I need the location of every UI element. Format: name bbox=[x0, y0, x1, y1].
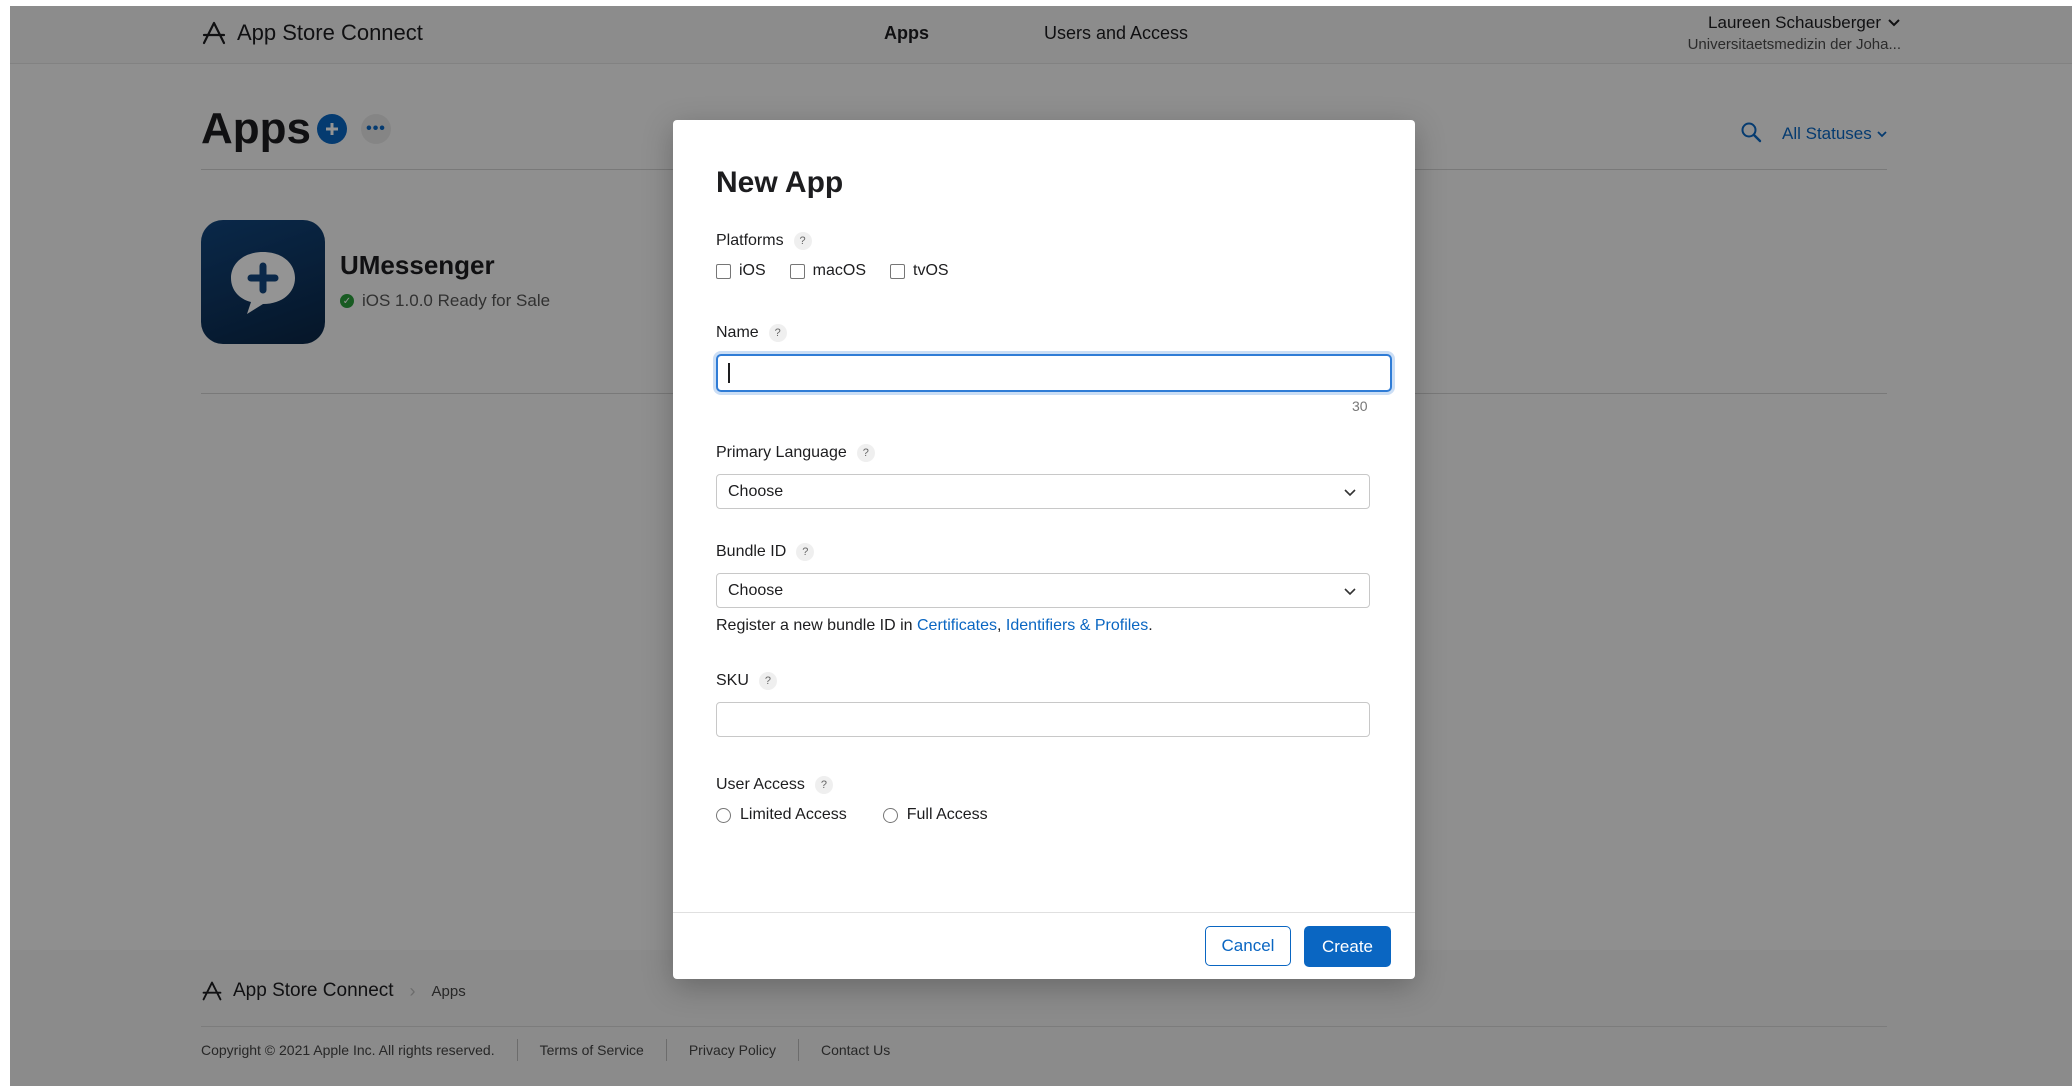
divider bbox=[673, 912, 1415, 913]
platforms-label-row: Platforms ? bbox=[716, 232, 812, 250]
checkbox[interactable] bbox=[890, 263, 906, 279]
dialog-title: New App bbox=[716, 166, 844, 199]
platform-ios-checkbox[interactable]: iOS bbox=[716, 262, 766, 280]
browser-viewport: App Store Connect Apps Users and Access … bbox=[0, 0, 2072, 1086]
user-access-label-row: User Access ? bbox=[716, 776, 833, 794]
sku-label: SKU bbox=[716, 672, 749, 689]
platforms-label: Platforms bbox=[716, 232, 784, 249]
primary-language-label: Primary Language bbox=[716, 444, 847, 461]
hint-suffix: . bbox=[1148, 617, 1153, 634]
radio-button[interactable] bbox=[716, 807, 731, 823]
name-label-row: Name ? bbox=[716, 324, 787, 342]
bundle-id-value: Choose bbox=[728, 581, 784, 599]
checkbox[interactable] bbox=[716, 263, 731, 279]
limited-access-label: Limited Access bbox=[740, 806, 847, 823]
limited-access-radio[interactable]: Limited Access bbox=[716, 806, 847, 824]
bundle-id-hint: Register a new bundle ID in Certificates… bbox=[716, 617, 1153, 635]
platform-macos-checkbox[interactable]: macOS bbox=[789, 262, 867, 280]
sku-input[interactable] bbox=[716, 702, 1370, 737]
cancel-button[interactable]: Cancel bbox=[1205, 926, 1291, 966]
help-icon[interactable]: ? bbox=[796, 543, 815, 561]
bundle-id-label: Bundle ID bbox=[716, 543, 787, 560]
help-icon[interactable]: ? bbox=[768, 324, 787, 342]
identifiers-profiles-link[interactable]: Identifiers & Profiles bbox=[1006, 617, 1148, 634]
certificates-link[interactable]: Certificates bbox=[917, 617, 997, 634]
text-cursor bbox=[728, 363, 730, 383]
new-app-dialog: New App Platforms ? iOS macOS tvOS Name … bbox=[673, 120, 1415, 979]
chevron-down-icon bbox=[1344, 488, 1356, 496]
create-button[interactable]: Create bbox=[1304, 926, 1391, 967]
primary-language-label-row: Primary Language ? bbox=[716, 444, 875, 462]
platform-macos-label: macOS bbox=[812, 262, 867, 279]
app-name-input[interactable] bbox=[716, 354, 1392, 392]
platform-tvos-label: tvOS bbox=[913, 262, 949, 279]
chevron-down-icon bbox=[1344, 587, 1356, 595]
hint-comma: , bbox=[997, 617, 1006, 634]
name-label: Name bbox=[716, 324, 759, 341]
sku-label-row: SKU ? bbox=[716, 672, 777, 690]
bundle-id-label-row: Bundle ID ? bbox=[716, 543, 815, 561]
help-icon[interactable]: ? bbox=[793, 232, 812, 250]
help-icon[interactable]: ? bbox=[758, 672, 777, 690]
hint-prefix: Register a new bundle ID in bbox=[716, 617, 917, 634]
full-access-radio[interactable]: Full Access bbox=[882, 806, 988, 824]
help-icon[interactable]: ? bbox=[856, 444, 875, 462]
platform-checkboxes: iOS macOS tvOS bbox=[716, 262, 973, 280]
radio-button[interactable] bbox=[882, 807, 898, 823]
platform-tvos-checkbox[interactable]: tvOS bbox=[890, 262, 949, 280]
user-access-label: User Access bbox=[716, 776, 805, 793]
bundle-id-select[interactable]: Choose bbox=[716, 573, 1370, 608]
primary-language-select[interactable]: Choose bbox=[716, 474, 1370, 509]
platform-ios-label: iOS bbox=[739, 262, 766, 279]
help-icon[interactable]: ? bbox=[814, 776, 833, 794]
primary-language-value: Choose bbox=[728, 482, 784, 500]
full-access-label: Full Access bbox=[906, 806, 988, 823]
checkbox[interactable] bbox=[789, 263, 805, 279]
user-access-radios: Limited Access Full Access bbox=[716, 806, 1024, 824]
name-character-limit: 30 bbox=[1352, 398, 1368, 414]
